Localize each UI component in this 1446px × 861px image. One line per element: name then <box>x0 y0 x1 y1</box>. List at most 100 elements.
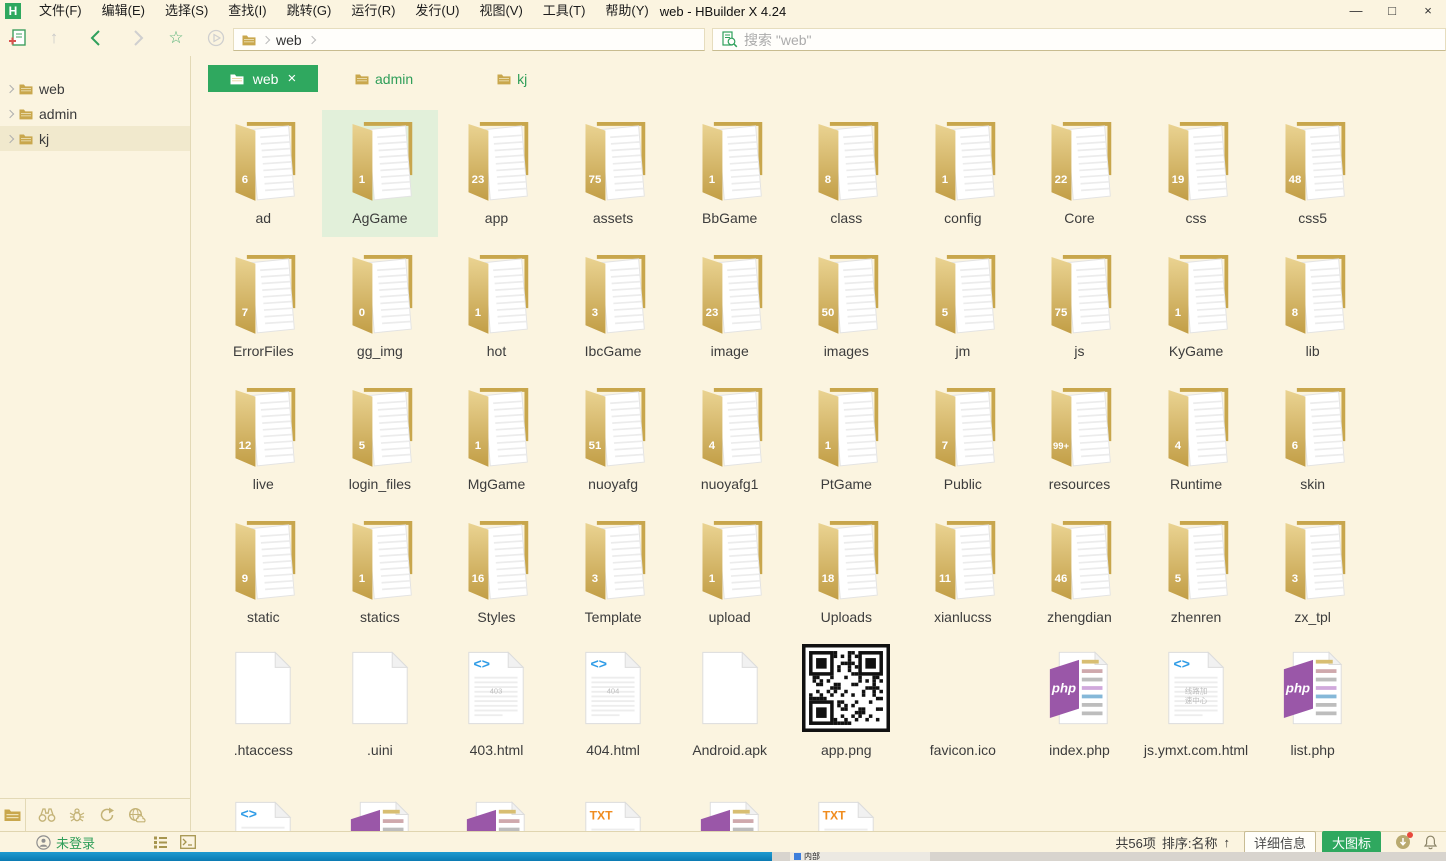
login-label[interactable]: 未登录 <box>56 833 95 852</box>
folder-item-Core[interactable]: 22 Core <box>1021 110 1138 237</box>
file-item-partial[interactable]: php <box>438 792 555 831</box>
tab-close-icon[interactable]: × <box>287 71 296 86</box>
folder-item-class[interactable]: 8 class <box>788 110 905 237</box>
file-item-.htaccess[interactable]: .htaccess <box>205 642 322 769</box>
chevron-right-icon[interactable] <box>6 109 14 117</box>
folder-item-Public[interactable]: 7 Public <box>905 376 1022 503</box>
file-item-app.png[interactable]: app.png <box>788 642 905 769</box>
search-input[interactable] <box>744 32 1384 48</box>
folder-item-Styles[interactable]: 16 Styles <box>438 509 555 636</box>
folder-item-config[interactable]: 1 config <box>905 110 1022 237</box>
detail-view-button[interactable]: 详细信息 <box>1244 831 1316 854</box>
folder-item-images[interactable]: 50 images <box>788 243 905 370</box>
folder-item-MgGame[interactable]: 1 MgGame <box>438 376 555 503</box>
folder-item-Template[interactable]: 3 Template <box>555 509 672 636</box>
file-item-index.php[interactable]: php index.php <box>1021 642 1138 769</box>
search-box[interactable] <box>712 28 1446 51</box>
folder-item-css[interactable]: 19 css <box>1138 110 1255 237</box>
folder-item-hot[interactable]: 1 hot <box>438 243 555 370</box>
close-button[interactable]: × <box>1410 0 1446 22</box>
sidebar-tree-item-web[interactable]: web <box>0 76 190 101</box>
file-item-partial[interactable]: TXT <box>788 792 905 831</box>
folder-item-ad[interactable]: 6 ad <box>205 110 322 237</box>
tab-kj[interactable]: kj <box>497 65 527 92</box>
update-notification-icon[interactable] <box>1395 834 1411 850</box>
file-item-list.php[interactable]: php list.php <box>1254 642 1371 769</box>
bell-icon[interactable] <box>1423 835 1438 850</box>
file-item-partial[interactable]: TXT <box>555 792 672 831</box>
new-file-icon[interactable] <box>6 26 30 50</box>
folder-item-KyGame[interactable]: 1 KyGame <box>1138 243 1255 370</box>
folder-item-IbcGame[interactable]: 3 IbcGame <box>555 243 672 370</box>
folder-item-Uploads[interactable]: 18 Uploads <box>788 509 905 636</box>
web-preview-globe-icon[interactable] <box>122 799 152 831</box>
refresh-icon[interactable] <box>92 799 122 831</box>
file-item-Android.apk[interactable]: Android.apk <box>671 642 788 769</box>
file-item-403.html[interactable]: <> 403 403.html <box>438 642 555 769</box>
folder-item-resources[interactable]: 99+ resources <box>1021 376 1138 503</box>
breadcrumb[interactable]: web <box>233 28 705 51</box>
list-view-icon[interactable] <box>153 835 168 849</box>
folder-item-image[interactable]: 23 image <box>671 243 788 370</box>
file-item-partial[interactable]: php <box>671 792 788 831</box>
sidebar-tree-item-admin[interactable]: admin <box>0 101 190 126</box>
favorite-star-icon[interactable]: ☆ <box>164 26 188 50</box>
menu-item[interactable]: 视图(V) <box>469 0 532 22</box>
file-item-partial[interactable]: <> <box>205 792 322 831</box>
sort-direction-arrow[interactable]: ↑ <box>1223 835 1230 850</box>
search-binoculars-icon[interactable] <box>32 799 62 831</box>
folder-item-zx_tpl[interactable]: 3 zx_tpl <box>1254 509 1371 636</box>
folder-item-css5[interactable]: 48 css5 <box>1254 110 1371 237</box>
chevron-right-icon[interactable] <box>6 134 14 142</box>
minimize-button[interactable]: — <box>1338 0 1374 22</box>
menu-item[interactable]: 帮助(Y) <box>595 0 658 22</box>
menu-item[interactable]: 查找(I) <box>218 0 276 22</box>
menu-item[interactable]: 运行(R) <box>341 0 405 22</box>
chevron-right-icon[interactable] <box>6 84 14 92</box>
folder-item-gg_img[interactable]: 0 gg_img <box>322 243 439 370</box>
folder-item-ErrorFiles[interactable]: 7 ErrorFiles <box>205 243 322 370</box>
large-icon-view-button[interactable]: 大图标 <box>1322 831 1381 854</box>
project-explorer-icon[interactable] <box>0 799 26 831</box>
file-item-.uini[interactable]: .uini <box>322 642 439 769</box>
run-icon[interactable] <box>204 26 228 50</box>
folder-item-AgGame[interactable]: 1 AgGame <box>322 110 439 237</box>
folder-item-js[interactable]: 75 js <box>1021 243 1138 370</box>
tab-web[interactable]: web × <box>208 65 318 92</box>
breadcrumb-path[interactable]: web <box>276 32 302 48</box>
terminal-icon[interactable] <box>180 835 196 849</box>
folder-item-statics[interactable]: 1 statics <box>322 509 439 636</box>
taskbar-item[interactable]: 内部 <box>790 852 930 861</box>
folder-item-live[interactable]: 12 live <box>205 376 322 503</box>
folder-item-app[interactable]: 23 app <box>438 110 555 237</box>
folder-item-zhenren[interactable]: 5 zhenren <box>1138 509 1255 636</box>
menu-item[interactable]: 工具(T) <box>533 0 596 22</box>
file-item-favicon.ico[interactable]: favicon.ico <box>905 642 1022 769</box>
file-item-js.ymxt.com.html[interactable]: <> 线路加 速中心 js.ymxt.com.html <box>1138 642 1255 769</box>
folder-item-xianlucss[interactable]: 11 xianlucss <box>905 509 1022 636</box>
folder-item-static[interactable]: 9 static <box>205 509 322 636</box>
folder-item-Runtime[interactable]: 4 Runtime <box>1138 376 1255 503</box>
folder-item-skin[interactable]: 6 skin <box>1254 376 1371 503</box>
menu-item[interactable]: 选择(S) <box>155 0 218 22</box>
menu-item[interactable]: 发行(U) <box>405 0 469 22</box>
login-status[interactable]: 未登录 <box>36 833 95 852</box>
menu-item[interactable]: 文件(F) <box>29 0 92 22</box>
maximize-button[interactable]: □ <box>1374 0 1410 22</box>
file-item-404.html[interactable]: <> 404 404.html <box>555 642 672 769</box>
debug-bug-icon[interactable] <box>62 799 92 831</box>
folder-item-assets[interactable]: 75 assets <box>555 110 672 237</box>
folder-item-lib[interactable]: 8 lib <box>1254 243 1371 370</box>
menu-item[interactable]: 编辑(E) <box>92 0 155 22</box>
folder-item-nuoyafg[interactable]: 51 nuoyafg <box>555 376 672 503</box>
up-arrow-icon[interactable]: ↑ <box>42 26 66 50</box>
folder-item-zhengdian[interactable]: 46 zhengdian <box>1021 509 1138 636</box>
folder-item-nuoyafg1[interactable]: 4 nuoyafg1 <box>671 376 788 503</box>
folder-item-BbGame[interactable]: 1 BbGame <box>671 110 788 237</box>
forward-icon[interactable] <box>126 26 150 50</box>
folder-item-upload[interactable]: 1 upload <box>671 509 788 636</box>
folder-item-PtGame[interactable]: 1 PtGame <box>788 376 905 503</box>
menu-item[interactable]: 跳转(G) <box>277 0 342 22</box>
sort-label[interactable]: 排序:名称 <box>1162 833 1218 852</box>
folder-item-jm[interactable]: 5 jm <box>905 243 1022 370</box>
